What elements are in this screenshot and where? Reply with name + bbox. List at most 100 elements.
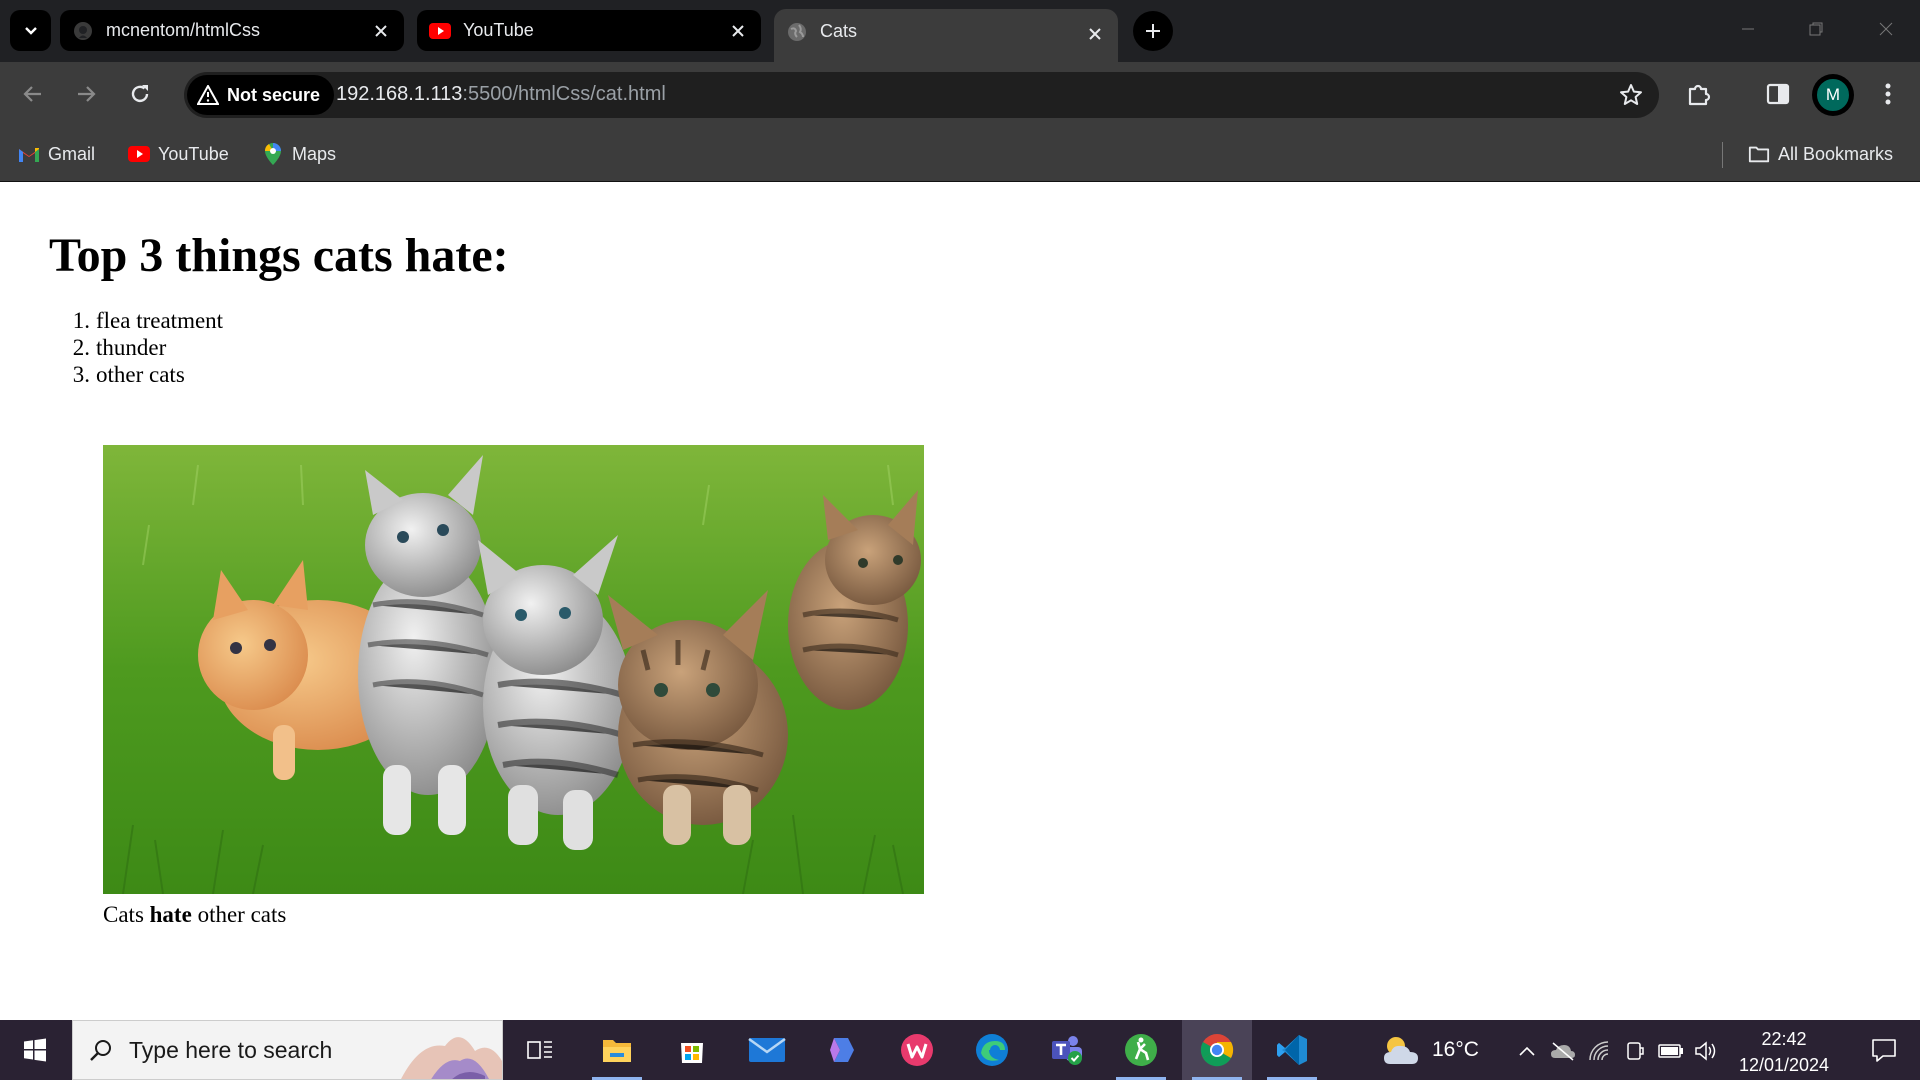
onedrive-offline-icon [1551,1042,1575,1061]
figure-caption: Cats hate other cats [103,902,924,928]
taskbar-copilot[interactable] [807,1020,877,1080]
taskbar-microsoft-store[interactable] [657,1020,727,1080]
bookmarks-divider [1722,142,1723,168]
greenshot-icon [1125,1034,1157,1066]
list-item: 3. other cats [49,361,223,388]
wps-office-icon [901,1034,933,1066]
list-text: thunder [96,335,167,360]
page-title: Top 3 things cats hate: [49,229,509,282]
restore-button[interactable] [1782,0,1850,58]
gmail-icon [18,143,40,165]
tab-github[interactable]: mcnentom/htmlCss [60,10,404,51]
profile-avatar[interactable]: M [1815,77,1851,113]
url-path: :5500/htmlCss/cat.html [462,83,666,105]
device-icon [1627,1042,1644,1060]
bookmarks-bar: Gmail YouTube Maps All Bookmarks [0,126,1920,182]
address-bar[interactable]: Not secure 192.168.1.113:5500/htmlCss/ca… [184,72,1659,118]
list-text: flea treatment [96,308,224,333]
weather-temperature: 16°C [1432,1038,1479,1061]
list-text: other cats [96,362,185,387]
extensions-button[interactable] [1679,74,1719,114]
chrome-icon [1200,1034,1234,1067]
tab-search-button[interactable] [10,10,51,51]
weather-widget[interactable]: 16°C [1380,1020,1479,1080]
back-button[interactable] [13,74,53,114]
clock-time: 22:42 [1761,1029,1807,1049]
taskbar-clock[interactable]: 22:42 12/01/2024 [1728,1026,1840,1078]
bookmark-gmail[interactable]: Gmail [18,140,95,168]
task-view-icon [527,1041,552,1059]
taskbar-teams[interactable] [1032,1020,1102,1080]
bookmark-label: Maps [292,143,337,164]
edge-icon [976,1034,1008,1066]
battery-status[interactable] [1658,1038,1684,1064]
search-placeholder: Type here to search [129,1036,333,1063]
start-button[interactable] [0,1020,70,1080]
meet-now-status[interactable] [1622,1038,1648,1064]
minimize-icon [1742,28,1754,30]
search-highlight-image [401,1037,502,1079]
bookmark-label: All Bookmarks [1778,143,1894,164]
restore-icon [1809,22,1823,36]
taskbar-vscode[interactable] [1257,1020,1327,1080]
close-icon[interactable] [1082,21,1108,47]
tab-youtube[interactable]: YouTube [417,10,761,51]
list-number: 1. [72,308,90,333]
url-host: 192.168.1.113 [336,83,463,105]
tab-title: mcnentom/htmlCss [106,20,261,40]
web-page: Top 3 things cats hate: 1. flea treatment… [0,182,1920,1020]
tab-title: YouTube [463,20,534,40]
windows-logo-icon [24,1038,46,1062]
taskbar-file-explorer[interactable] [582,1020,652,1080]
microsoft-store-icon [681,1043,703,1063]
copilot-icon [830,1038,854,1062]
bookmark-star-button[interactable] [1611,75,1651,115]
list-number: 3. [72,362,90,387]
bookmark-maps[interactable]: Maps [262,140,336,168]
figure: Cats hate other cats [103,445,924,928]
caption-text: other cats [191,902,287,927]
menu-button[interactable] [1868,74,1908,114]
taskbar-edge[interactable] [957,1020,1027,1080]
bookmark-label: YouTube [158,143,229,164]
cats-hate-list: 1. flea treatment 2. thunder 3. other cats [49,307,223,388]
security-label: Not secure [227,84,321,105]
notification-center-button[interactable] [1852,1020,1916,1080]
close-window-button[interactable] [1852,0,1920,58]
warning-icon [197,85,219,105]
bookmark-label: Gmail [48,143,96,164]
close-icon[interactable] [368,18,394,44]
youtube-icon [429,20,451,42]
taskbar-greenshot[interactable] [1106,1020,1176,1080]
onedrive-status[interactable] [1550,1038,1576,1064]
chevron-down-icon [24,26,37,35]
side-panel-button[interactable] [1758,74,1798,114]
globe-icon [786,21,808,43]
close-icon [1879,22,1893,36]
volume-control[interactable] [1694,1038,1720,1064]
notification-icon [1872,1039,1896,1062]
battery-icon [1658,1044,1683,1058]
all-bookmarks-button[interactable]: All Bookmarks [1748,140,1893,168]
new-tab-button[interactable] [1133,11,1173,51]
tab-cats[interactable]: Cats [774,9,1118,62]
show-hidden-icons-button[interactable] [1514,1038,1540,1064]
side-panel-icon [1766,83,1790,105]
reload-button[interactable] [120,74,160,114]
reload-icon [131,85,149,103]
security-indicator[interactable]: Not secure [187,75,335,115]
url-text[interactable]: 192.168.1.113:5500/htmlCss/cat.html [336,83,666,106]
minimize-button[interactable] [1714,0,1782,58]
close-icon[interactable] [725,18,751,44]
network-status[interactable] [1586,1038,1612,1064]
taskbar-search[interactable]: Type here to search [72,1020,503,1080]
arrow-left-icon [23,86,41,102]
taskbar-task-view[interactable] [505,1020,575,1080]
forward-button[interactable] [66,74,106,114]
taskbar-chrome[interactable] [1182,1020,1252,1080]
taskbar-mail[interactable] [732,1020,802,1080]
vscode-icon [1277,1035,1307,1065]
bookmark-youtube[interactable]: YouTube [128,140,229,168]
list-item: 1. flea treatment [49,307,223,334]
taskbar-wps-office[interactable] [882,1020,952,1080]
